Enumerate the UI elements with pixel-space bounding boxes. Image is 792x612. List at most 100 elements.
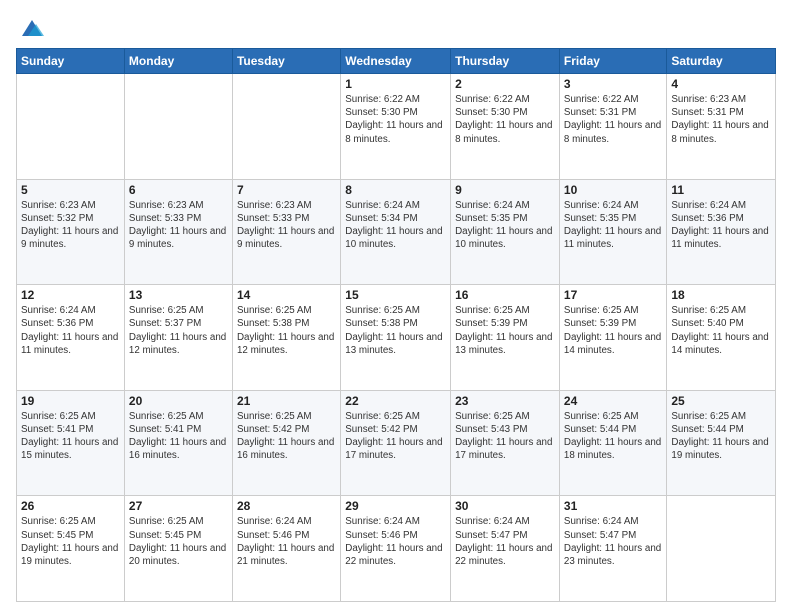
calendar-cell: 8 Sunrise: 6:24 AM Sunset: 5:34 PM Daylig…	[341, 179, 451, 285]
calendar-cell: 26 Sunrise: 6:25 AM Sunset: 5:45 PM Dayli…	[17, 496, 125, 602]
calendar-cell: 5 Sunrise: 6:23 AM Sunset: 5:32 PM Daylig…	[17, 179, 125, 285]
day-detail: Sunrise: 6:24 AM Sunset: 5:36 PM Dayligh…	[21, 304, 120, 357]
day-number: 12	[21, 288, 120, 302]
day-detail: Sunrise: 6:22 AM Sunset: 5:30 PM Dayligh…	[455, 93, 555, 146]
calendar-cell: 28 Sunrise: 6:24 AM Sunset: 5:46 PM Dayli…	[232, 496, 340, 602]
page: SundayMondayTuesdayWednesdayThursdayFrid…	[0, 0, 792, 612]
day-number: 25	[671, 394, 771, 408]
day-number: 9	[455, 183, 555, 197]
day-detail: Sunrise: 6:24 AM Sunset: 5:47 PM Dayligh…	[455, 515, 555, 568]
calendar-week-row: 5 Sunrise: 6:23 AM Sunset: 5:32 PM Daylig…	[17, 179, 776, 285]
calendar-cell: 7 Sunrise: 6:23 AM Sunset: 5:33 PM Daylig…	[232, 179, 340, 285]
calendar-cell: 20 Sunrise: 6:25 AM Sunset: 5:41 PM Dayli…	[124, 390, 232, 496]
calendar-cell: 19Sunrise: 6:25 AM Sunset: 5:41 PM Dayli…	[17, 390, 125, 496]
calendar-cell: 4 Sunrise: 6:23 AM Sunset: 5:31 PM Daylig…	[667, 74, 776, 180]
calendar-cell: 22 Sunrise: 6:25 AM Sunset: 5:42 PM Dayli…	[341, 390, 451, 496]
day-number: 1	[345, 77, 446, 91]
day-detail: Sunrise: 6:25 AM Sunset: 5:41 PM Dayligh…	[129, 410, 228, 463]
weekday-header-wednesday: Wednesday	[341, 49, 451, 74]
day-number: 4	[671, 77, 771, 91]
day-detail: Sunrise: 6:25 AM Sunset: 5:38 PM Dayligh…	[345, 304, 446, 357]
day-number: 8	[345, 183, 446, 197]
logo	[16, 14, 46, 42]
calendar-cell: 30 Sunrise: 6:24 AM Sunset: 5:47 PM Dayli…	[451, 496, 560, 602]
calendar-cell: 13 Sunrise: 6:25 AM Sunset: 5:37 PM Dayli…	[124, 285, 232, 391]
day-detail: Sunrise: 6:24 AM Sunset: 5:46 PM Dayligh…	[345, 515, 446, 568]
calendar-cell: 16 Sunrise: 6:25 AM Sunset: 5:39 PM Dayli…	[451, 285, 560, 391]
header	[16, 10, 776, 42]
day-number: 6	[129, 183, 228, 197]
day-number: 31	[564, 499, 662, 513]
day-detail: Sunrise: 6:24 AM Sunset: 5:46 PM Dayligh…	[237, 515, 336, 568]
calendar-cell: 12 Sunrise: 6:24 AM Sunset: 5:36 PM Dayli…	[17, 285, 125, 391]
weekday-header-thursday: Thursday	[451, 49, 560, 74]
day-detail: Sunrise: 6:25 AM Sunset: 5:39 PM Dayligh…	[564, 304, 662, 357]
day-detail: Sunrise: 6:25 AM Sunset: 5:43 PM Dayligh…	[455, 410, 555, 463]
calendar-cell: 23 Sunrise: 6:25 AM Sunset: 5:43 PM Dayli…	[451, 390, 560, 496]
calendar-cell: 17 Sunrise: 6:25 AM Sunset: 5:39 PM Dayli…	[559, 285, 666, 391]
day-number: 28	[237, 499, 336, 513]
calendar-cell: 1Sunrise: 6:22 AM Sunset: 5:30 PM Daylig…	[341, 74, 451, 180]
day-number: 27	[129, 499, 228, 513]
day-number: 21	[237, 394, 336, 408]
day-detail: Sunrise: 6:25 AM Sunset: 5:45 PM Dayligh…	[21, 515, 120, 568]
calendar-cell: 18Sunrise: 6:25 AM Sunset: 5:40 PM Dayli…	[667, 285, 776, 391]
day-number: 30	[455, 499, 555, 513]
calendar-cell: 21Sunrise: 6:25 AM Sunset: 5:42 PM Dayli…	[232, 390, 340, 496]
day-detail: Sunrise: 6:25 AM Sunset: 5:40 PM Dayligh…	[671, 304, 771, 357]
calendar-cell: 15 Sunrise: 6:25 AM Sunset: 5:38 PM Dayli…	[341, 285, 451, 391]
day-detail: Sunrise: 6:25 AM Sunset: 5:44 PM Dayligh…	[671, 410, 771, 463]
weekday-header-saturday: Saturday	[667, 49, 776, 74]
day-detail: Sunrise: 6:24 AM Sunset: 5:35 PM Dayligh…	[564, 199, 662, 252]
day-number: 3	[564, 77, 662, 91]
calendar-cell: 11Sunrise: 6:24 AM Sunset: 5:36 PM Dayli…	[667, 179, 776, 285]
day-detail: Sunrise: 6:24 AM Sunset: 5:35 PM Dayligh…	[455, 199, 555, 252]
calendar-cell: 31Sunrise: 6:24 AM Sunset: 5:47 PM Dayli…	[559, 496, 666, 602]
day-detail: Sunrise: 6:25 AM Sunset: 5:41 PM Dayligh…	[21, 410, 120, 463]
calendar-cell: 29 Sunrise: 6:24 AM Sunset: 5:46 PM Dayli…	[341, 496, 451, 602]
day-number: 15	[345, 288, 446, 302]
weekday-header-row: SundayMondayTuesdayWednesdayThursdayFrid…	[17, 49, 776, 74]
day-detail: Sunrise: 6:23 AM Sunset: 5:32 PM Dayligh…	[21, 199, 120, 252]
calendar-cell	[17, 74, 125, 180]
calendar-cell: 9 Sunrise: 6:24 AM Sunset: 5:35 PM Daylig…	[451, 179, 560, 285]
calendar-week-row: 12 Sunrise: 6:24 AM Sunset: 5:36 PM Dayli…	[17, 285, 776, 391]
day-number: 2	[455, 77, 555, 91]
day-number: 5	[21, 183, 120, 197]
day-number: 26	[21, 499, 120, 513]
day-detail: Sunrise: 6:25 AM Sunset: 5:44 PM Dayligh…	[564, 410, 662, 463]
weekday-header-monday: Monday	[124, 49, 232, 74]
day-number: 20	[129, 394, 228, 408]
calendar-cell: 3 Sunrise: 6:22 AM Sunset: 5:31 PM Daylig…	[559, 74, 666, 180]
calendar-cell: 27Sunrise: 6:25 AM Sunset: 5:45 PM Dayli…	[124, 496, 232, 602]
day-number: 23	[455, 394, 555, 408]
day-detail: Sunrise: 6:23 AM Sunset: 5:33 PM Dayligh…	[129, 199, 228, 252]
day-number: 7	[237, 183, 336, 197]
calendar-cell	[232, 74, 340, 180]
weekday-header-sunday: Sunday	[17, 49, 125, 74]
day-detail: Sunrise: 6:25 AM Sunset: 5:37 PM Dayligh…	[129, 304, 228, 357]
calendar-week-row: 1 Sunrise: 6:22 AM Sunset: 5:30 PM Daylig…	[17, 74, 776, 180]
calendar-cell	[124, 74, 232, 180]
day-detail: Sunrise: 6:23 AM Sunset: 5:31 PM Dayligh…	[671, 93, 771, 146]
calendar-cell: 14Sunrise: 6:25 AM Sunset: 5:38 PM Dayli…	[232, 285, 340, 391]
calendar-cell: 24 Sunrise: 6:25 AM Sunset: 5:44 PM Dayli…	[559, 390, 666, 496]
logo-icon	[18, 14, 46, 42]
day-detail: Sunrise: 6:23 AM Sunset: 5:33 PM Dayligh…	[237, 199, 336, 252]
calendar-cell: 25 Sunrise: 6:25 AM Sunset: 5:44 PM Dayli…	[667, 390, 776, 496]
day-number: 13	[129, 288, 228, 302]
day-number: 16	[455, 288, 555, 302]
day-number: 29	[345, 499, 446, 513]
calendar-week-row: 19Sunrise: 6:25 AM Sunset: 5:41 PM Dayli…	[17, 390, 776, 496]
weekday-header-friday: Friday	[559, 49, 666, 74]
day-number: 17	[564, 288, 662, 302]
day-number: 14	[237, 288, 336, 302]
day-detail: Sunrise: 6:22 AM Sunset: 5:31 PM Dayligh…	[564, 93, 662, 146]
day-detail: Sunrise: 6:25 AM Sunset: 5:42 PM Dayligh…	[345, 410, 446, 463]
day-number: 11	[671, 183, 771, 197]
day-number: 24	[564, 394, 662, 408]
day-detail: Sunrise: 6:25 AM Sunset: 5:39 PM Dayligh…	[455, 304, 555, 357]
day-number: 22	[345, 394, 446, 408]
calendar-cell: 6 Sunrise: 6:23 AM Sunset: 5:33 PM Daylig…	[124, 179, 232, 285]
day-detail: Sunrise: 6:24 AM Sunset: 5:34 PM Dayligh…	[345, 199, 446, 252]
